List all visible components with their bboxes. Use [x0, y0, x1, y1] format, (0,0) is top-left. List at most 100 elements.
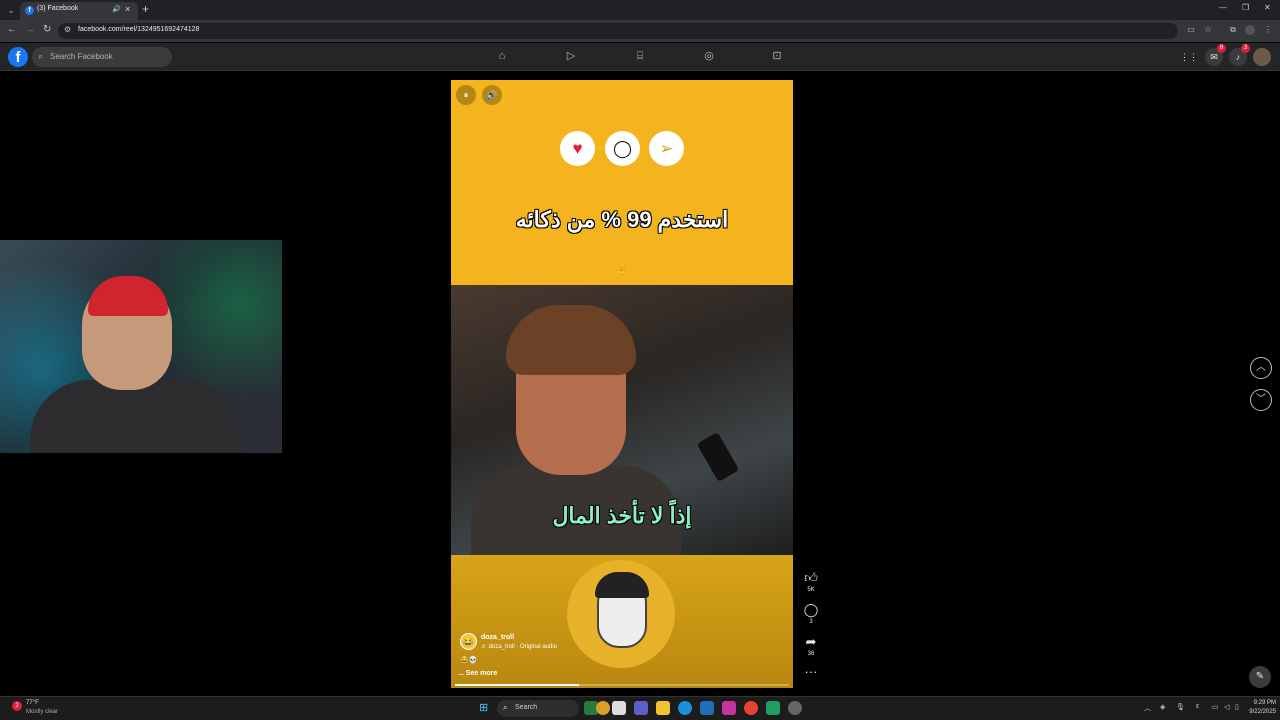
- browser-tab-bar: ⌄ f (3) Facebook 🔊 × + — ❐ ✕: [0, 0, 1280, 20]
- facebook-search-input[interactable]: ⌕ Search Facebook: [32, 47, 172, 67]
- comment-icon: ◯: [803, 602, 819, 617]
- webcam-overlay: [0, 240, 282, 453]
- messenger-badge: 8: [1217, 44, 1226, 53]
- clock-date[interactable]: 9/22/2025: [1240, 709, 1276, 715]
- gaming-icon[interactable]: ⊡: [770, 49, 784, 63]
- forward-icon[interactable]: →: [25, 24, 35, 35]
- extensions-icon[interactable]: ⧉: [1228, 25, 1238, 35]
- app-icon-green[interactable]: [766, 701, 780, 715]
- comment-bubble-icon: ◯: [605, 131, 640, 166]
- site-info-icon[interactable]: ⚙: [64, 25, 71, 34]
- close-window-icon[interactable]: ✕: [1264, 3, 1271, 12]
- video-icon[interactable]: ▷: [564, 49, 578, 63]
- tab-audio-icon[interactable]: 🔊: [112, 5, 121, 13]
- network-icon[interactable]: ▭: [1212, 703, 1219, 711]
- microphone-icon[interactable]: 🎙︎: [1176, 703, 1185, 711]
- more-options-button[interactable]: ···: [800, 664, 822, 680]
- search-icon: ⌕: [38, 51, 44, 61]
- previous-reel-chevron-up-icon[interactable]: ︿: [1250, 357, 1272, 379]
- browser-tab-facebook[interactable]: f (3) Facebook 🔊 ×: [20, 2, 138, 20]
- search-icon: ⌕: [503, 703, 508, 712]
- phone-image: [696, 431, 740, 483]
- send-icon: ➢: [649, 131, 684, 166]
- compose-icon[interactable]: ✎: [1249, 666, 1271, 688]
- tray-app-icon[interactable]: ◈: [1160, 703, 1165, 711]
- reel-progress-fill: [455, 684, 579, 686]
- like-button[interactable]: 👍︎ 5K: [800, 570, 822, 594]
- weather-desc[interactable]: Mostly clear: [26, 709, 58, 715]
- comment-button[interactable]: ◯ 3: [800, 602, 822, 626]
- comment-count: 3: [809, 619, 813, 625]
- account-avatar[interactable]: [1253, 48, 1271, 66]
- like-count: 5K: [807, 587, 815, 593]
- creator-avatar[interactable]: 😂: [460, 633, 477, 650]
- minimize-icon[interactable]: —: [1219, 3, 1227, 12]
- browser-menu-icon[interactable]: ⋮: [1263, 25, 1273, 35]
- menu-grid-icon[interactable]: ⋮⋮: [1180, 48, 1198, 66]
- browser-toolbar: ← → ↻ ⚙ facebook.com/reel/13249516924741…: [0, 20, 1280, 42]
- facebook-header: f ⌕ Search Facebook ⌂ ▷ ⌸ ◎ ⊡ ⋮⋮ ✉ 8 ♪ 3: [0, 43, 1280, 71]
- notifications-bell-icon[interactable]: ♪ 3: [1229, 44, 1250, 66]
- share-arrow-icon: ➦: [805, 634, 817, 649]
- speaker-icon[interactable]: ◁: [1224, 703, 1229, 711]
- next-reel-chevron-down-icon[interactable]: ﹀: [1250, 389, 1272, 411]
- creator-username[interactable]: doza_troll: [481, 634, 514, 641]
- widgets-app-icon[interactable]: [596, 701, 610, 715]
- url-text[interactable]: facebook.com/reel/1324951692474128: [78, 26, 199, 33]
- store-app-icon[interactable]: [700, 701, 714, 715]
- cast-icon[interactable]: ▭: [1186, 25, 1196, 35]
- app-icon[interactable]: [722, 701, 736, 715]
- app-icon-gray[interactable]: [788, 701, 802, 715]
- pause-icon[interactable]: ⏸: [456, 85, 476, 105]
- tab-close-icon[interactable]: ×: [125, 4, 130, 14]
- see-more-link[interactable]: ... See more: [458, 670, 497, 677]
- windows-taskbar: 2 77°F Mostly clear ⊞ ⌕ Search ︿ ◈ 🎙︎ ε …: [0, 696, 1280, 720]
- clock-time[interactable]: 9:29 PM: [1246, 700, 1276, 706]
- facebook-favicon-icon: f: [25, 6, 34, 15]
- back-icon[interactable]: ←: [7, 24, 17, 35]
- taskbar-search[interactable]: ⌕ Search: [497, 700, 579, 717]
- bookmark-star-icon[interactable]: ☆: [1203, 25, 1213, 35]
- new-tab-button[interactable]: +: [142, 2, 149, 16]
- address-bar[interactable]: ⚙ facebook.com/reel/1324951692474128: [58, 23, 1178, 39]
- taskbar-search-label: Search: [515, 704, 538, 711]
- weather-icon[interactable]: 2: [12, 701, 22, 711]
- edge-browser-icon[interactable]: [678, 701, 692, 715]
- language-icon[interactable]: ε: [1196, 703, 1199, 710]
- file-explorer-icon[interactable]: [656, 701, 670, 715]
- reel-top-panel: ⏸ 🔊 ♥ ◯ ➢ استخدم 99 % من ذكائه: [451, 80, 793, 285]
- tray-chevron-icon[interactable]: ︿: [1144, 703, 1151, 713]
- marketplace-icon[interactable]: ⌸: [633, 49, 647, 63]
- profile-avatar-icon[interactable]: [1245, 25, 1255, 35]
- reel-subtitle: إذاً لا تأخذ المال: [552, 503, 692, 528]
- reel-progress-bar[interactable]: [455, 684, 789, 686]
- heart-icon: ♥: [560, 131, 595, 166]
- restore-icon[interactable]: ❐: [1242, 3, 1249, 12]
- notifications-badge: 3: [1241, 44, 1250, 53]
- mouse-cursor-icon: ☝: [615, 263, 629, 275]
- search-placeholder: Search Facebook: [50, 52, 113, 61]
- troll-meme-image: [567, 560, 675, 668]
- share-count: 36: [807, 651, 815, 657]
- volume-icon[interactable]: 🔊: [482, 85, 502, 105]
- reel-audio[interactable]: ♬ doza_troll · Original audio: [481, 644, 557, 650]
- facebook-logo-icon[interactable]: f: [8, 47, 28, 67]
- share-button[interactable]: ➦ 36: [800, 634, 822, 658]
- task-view-icon[interactable]: [612, 701, 626, 715]
- groups-icon[interactable]: ◎: [702, 49, 716, 63]
- reel-bottom-panel: [451, 555, 793, 688]
- teams-app-icon[interactable]: [634, 701, 648, 715]
- messenger-icon[interactable]: ✉ 8: [1205, 44, 1226, 66]
- reel-player[interactable]: ⏸ 🔊 ♥ ◯ ➢ استخدم 99 % من ذكائه إذاً لا ت…: [451, 80, 793, 688]
- more-dots-icon: ···: [804, 664, 818, 679]
- person-body: [30, 380, 240, 453]
- home-icon[interactable]: ⌂: [495, 49, 509, 63]
- thumbs-up-icon: 👍︎: [804, 570, 818, 585]
- battery-icon[interactable]: ▯: [1235, 703, 1239, 711]
- reel-headline: استخدم 99 % من ذكائه: [515, 207, 729, 232]
- weather-temp[interactable]: 77°F: [26, 700, 39, 706]
- windows-start-icon[interactable]: ⊞: [479, 702, 491, 714]
- tab-search-icon[interactable]: ⌄: [5, 4, 17, 16]
- chrome-browser-icon[interactable]: [744, 701, 758, 715]
- reload-icon[interactable]: ↻: [43, 24, 51, 35]
